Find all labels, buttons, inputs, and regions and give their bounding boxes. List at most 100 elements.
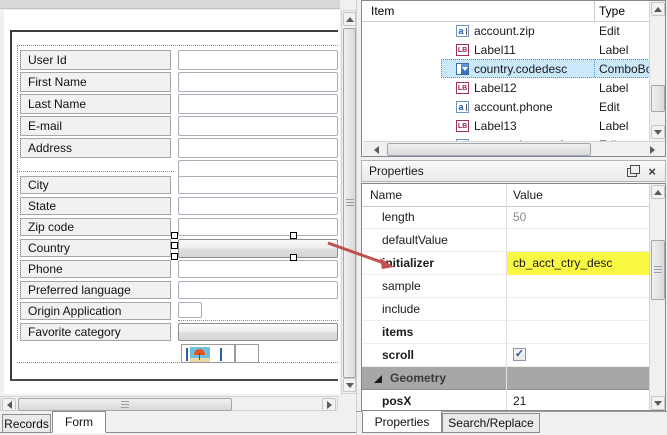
scrollbar-thumb[interactable] <box>651 85 665 112</box>
form-label-favorite-category[interactable]: Favorite category <box>20 323 171 341</box>
item-name: account.zip <box>474 24 535 38</box>
property-value[interactable]: 50 <box>513 210 526 224</box>
property-row-posx[interactable]: posX 21 <box>362 390 665 411</box>
scrollbar-thumb[interactable] <box>387 143 591 156</box>
form-label-city[interactable]: City <box>20 176 171 194</box>
property-value[interactable]: cb_acct_ctry_desc <box>513 256 612 270</box>
grid-dotted-line <box>17 45 18 341</box>
item-row[interactable]: LB Label12 Label <box>362 79 665 98</box>
scroll-up-button[interactable] <box>651 2 665 16</box>
item-row[interactable]: a account.zip Edit <box>362 22 665 41</box>
form-image-widget[interactable] <box>181 344 235 363</box>
form-field-email[interactable] <box>178 116 338 136</box>
property-value[interactable]: 21 <box>513 394 526 408</box>
form-label-country[interactable]: Country <box>20 239 171 257</box>
item-row[interactable]: a account.phone Edit <box>362 98 665 117</box>
form-empty-cell[interactable] <box>235 344 259 363</box>
form-field-zip-code[interactable] <box>178 218 338 236</box>
form-label-preferred-language[interactable]: Preferred language <box>20 281 171 299</box>
image-marker-bar <box>186 348 188 361</box>
item-name: account.phone <box>474 100 553 114</box>
form-label-last-name[interactable]: Last Name <box>20 94 171 114</box>
form-label-user-id[interactable]: User Id <box>20 50 171 70</box>
property-row-length[interactable]: length 50 <box>362 206 665 229</box>
property-row-defaultvalue[interactable]: defaultValue <box>362 229 665 252</box>
section-expand-icon[interactable] <box>374 375 382 383</box>
form-field-city[interactable] <box>178 176 338 194</box>
form-field-state[interactable] <box>178 197 338 215</box>
form-label-email[interactable]: E-mail <box>20 116 171 136</box>
tab-properties[interactable]: Properties <box>362 411 442 433</box>
property-row-include[interactable]: include <box>362 298 665 321</box>
form-label-origin-application[interactable]: Origin Application <box>20 302 171 320</box>
scroll-left-button[interactable] <box>369 143 383 156</box>
form-field-origin-application[interactable] <box>178 302 202 318</box>
selection-handle[interactable] <box>290 254 297 261</box>
label-text: Preferred language <box>28 283 131 297</box>
float-panel-icon[interactable] <box>627 168 637 177</box>
form-designer-window: User Id First Name Last Name E-mail Addr… <box>0 0 667 435</box>
property-section-geometry[interactable]: Geometry <box>362 367 665 390</box>
properties-vertical-scrollbar[interactable] <box>649 184 665 411</box>
item-name: Label13 <box>474 119 517 133</box>
selection-handle[interactable] <box>171 253 178 260</box>
form-label-first-name[interactable]: First Name <box>20 72 171 92</box>
form-field-last-name[interactable] <box>178 94 338 114</box>
item-row-selected[interactable]: country.codedesc ComboBox <box>362 60 665 79</box>
form-field-first-name[interactable] <box>178 72 338 92</box>
item-name: Label11 <box>474 43 516 57</box>
properties-titlebar[interactable]: Properties × <box>361 160 666 182</box>
item-list-horizontal-scrollbar[interactable] <box>363 141 665 156</box>
column-header-type[interactable]: Type <box>599 4 625 18</box>
form-combobox-favorite-category[interactable] <box>178 323 338 341</box>
item-row[interactable]: LB Label11 Label <box>362 41 665 60</box>
scroll-right-button[interactable] <box>645 143 659 156</box>
checkbox-checked[interactable]: ✓ <box>513 348 526 361</box>
scrollbar-thumb[interactable] <box>18 398 232 411</box>
form-combobox-country[interactable] <box>178 239 338 258</box>
combobox-icon <box>456 63 469 75</box>
selection-handle[interactable] <box>171 242 178 249</box>
scrollbar-thumb[interactable] <box>651 240 665 300</box>
scroll-up-button[interactable] <box>651 185 665 199</box>
form-field-user-id[interactable] <box>178 50 338 70</box>
item-name: Label12 <box>474 81 517 95</box>
grid-dotted-line <box>17 45 338 46</box>
tab-search-replace[interactable]: Search/Replace <box>442 413 540 433</box>
scroll-up-button[interactable] <box>343 12 356 26</box>
scroll-down-button[interactable] <box>651 125 665 139</box>
form-label-zip-code[interactable]: Zip code <box>20 218 171 236</box>
form-horizontal-scrollbar[interactable] <box>0 396 338 411</box>
scroll-down-button[interactable] <box>343 378 356 392</box>
grid-dotted-line <box>178 320 338 321</box>
property-row-items[interactable]: items <box>362 321 665 344</box>
scrollbar-thumb[interactable] <box>343 28 356 378</box>
form-field-address[interactable] <box>178 138 338 158</box>
form-label-phone[interactable]: Phone <box>20 260 171 278</box>
item-list-vertical-scrollbar[interactable] <box>649 1 665 141</box>
scroll-left-button[interactable] <box>2 398 16 411</box>
form-border-top <box>10 30 338 32</box>
label-text: Zip code <box>28 220 74 234</box>
form-label-address[interactable]: Address <box>20 138 171 158</box>
tab-label: Properties <box>375 415 430 429</box>
label-text: User Id <box>28 53 67 67</box>
column-header-item[interactable]: Item <box>371 4 394 18</box>
form-field-preferred-language[interactable] <box>178 281 338 299</box>
form-vertical-scrollbar[interactable] <box>341 10 356 394</box>
properties-header: Name Value <box>362 184 665 207</box>
column-header-value[interactable]: Value <box>513 188 543 202</box>
scroll-down-button[interactable] <box>651 396 665 410</box>
tab-form[interactable]: Form <box>52 411 106 433</box>
property-row-scroll[interactable]: scroll ✓ <box>362 344 665 367</box>
column-header-name[interactable]: Name <box>370 188 402 202</box>
form-label-state[interactable]: State <box>20 197 171 215</box>
scroll-right-button[interactable] <box>322 398 336 411</box>
selection-handle[interactable] <box>171 232 178 239</box>
property-row-sample[interactable]: sample <box>362 275 665 298</box>
item-row[interactable]: LB Label13 Label <box>362 117 665 136</box>
tab-records[interactable]: Records <box>2 414 51 433</box>
selection-handle[interactable] <box>290 232 297 239</box>
close-icon[interactable]: × <box>648 165 656 178</box>
form-field-phone[interactable] <box>178 260 338 278</box>
